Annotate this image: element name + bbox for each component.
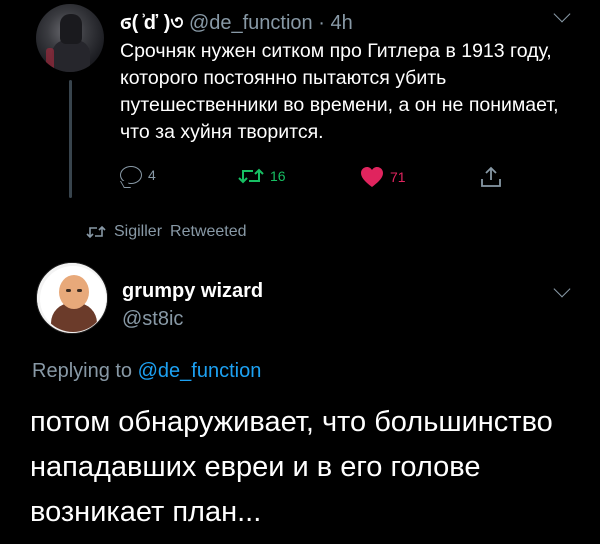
avatar-ring (37, 263, 107, 333)
avatar-neon-light (46, 48, 54, 72)
separator-dot: · (312, 12, 331, 34)
tweet-text: потом обнаруживает, что большинство напа… (30, 406, 553, 528)
mention-link[interactable]: @de_function (138, 360, 262, 382)
avatar[interactable] (36, 4, 104, 72)
tweet-header: ϭ( ͗ď )৩ @de_function · 4h (120, 8, 353, 41)
retweet-label: Retweeted (170, 223, 247, 240)
thread-connector (69, 80, 72, 198)
tweet-text: Срочняк нужен ситком про Гитлера в 1913 … (120, 40, 559, 143)
avatar[interactable] (36, 262, 108, 334)
display-name[interactable]: grumpy wizard (122, 280, 263, 303)
display-name[interactable]: ϭ( ͗ď )৩ (120, 12, 183, 34)
like-button[interactable]: 71 (360, 166, 406, 188)
retweet-notice: Sigiller Retweeted (86, 223, 247, 241)
share-icon (481, 166, 501, 187)
chevron-down-icon[interactable] (553, 280, 571, 298)
share-button[interactable] (480, 166, 502, 188)
reply-icon (120, 166, 142, 184)
replying-to: Replying to @de_function (32, 360, 261, 383)
retweet-icon (238, 168, 264, 184)
user-handle[interactable]: @st8ic (122, 308, 183, 331)
retweeter-name[interactable]: Sigiller (114, 223, 162, 241)
reply-button[interactable]: 4 (120, 166, 156, 184)
retweet-icon (86, 225, 106, 239)
avatar-figure-head (60, 14, 82, 44)
reply-count: 4 (148, 167, 156, 183)
replying-prefix: Replying to (32, 360, 138, 382)
retweet-count: 16 (270, 168, 286, 184)
retweet-button[interactable]: 16 (238, 166, 286, 186)
avatar-figure-body (52, 40, 90, 72)
chevron-down-icon[interactable] (553, 5, 571, 23)
like-count: 71 (390, 169, 406, 185)
tweet-actions: 4 16 71 (120, 166, 540, 192)
heart-icon (361, 167, 383, 187)
tweet-original[interactable]: ϭ( ͗ď )৩ @de_function · 4h Срочняк нужен… (0, 0, 600, 215)
tweet-time[interactable]: 4h (330, 12, 352, 34)
user-handle[interactable]: @de_function (189, 12, 313, 34)
